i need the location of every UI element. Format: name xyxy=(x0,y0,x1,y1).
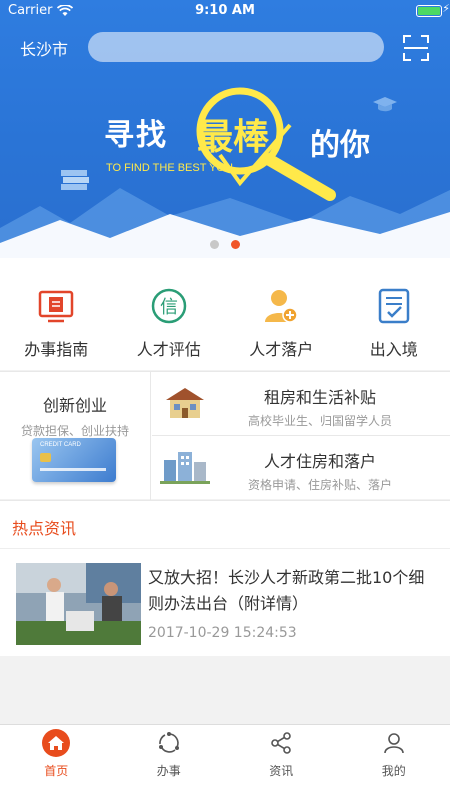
quick-item-label: 人才评估 xyxy=(136,340,201,359)
status-bar: Carrier 9:10 AM ⚡ xyxy=(0,0,450,24)
tab-label: 首页 xyxy=(44,764,69,778)
books-icon xyxy=(61,170,89,190)
svg-text:信: 信 xyxy=(160,297,178,318)
card-subtitle: 资格申请、住房补贴、落户 xyxy=(248,478,393,492)
share-icon xyxy=(267,729,295,757)
hero-banner-area: Carrier 9:10 AM ⚡ 长沙市 寻找 最棒 的你 TO FIND T… xyxy=(0,0,450,258)
banner-prefix: 寻找 xyxy=(104,118,168,153)
news-section-title: 热点资讯 xyxy=(12,519,77,538)
graduation-cap-icon xyxy=(373,97,397,112)
person-add-icon xyxy=(265,290,298,323)
card-housing-settle[interactable]: 人才住房和落户 资格申请、住房补贴、落户 xyxy=(152,436,450,500)
tab-label: 办事 xyxy=(156,764,181,778)
quick-item-label: 出入境 xyxy=(369,340,418,359)
process-icon xyxy=(155,729,183,757)
tab-label: 资讯 xyxy=(269,764,294,778)
card-title: 人才住房和落户 xyxy=(264,452,377,471)
quick-item-settle[interactable]: 人才落户 xyxy=(225,258,338,370)
card-rent-subsidy[interactable]: 租房和生活补贴 高校毕业生、归国留学人员 xyxy=(152,372,450,436)
card-subtitle: 高校毕业生、归国留学人员 xyxy=(248,414,393,428)
feature-cards: 创新创业 贷款担保、创业扶持 CREDIT CARD 租房和生活补贴 高校毕业生… xyxy=(0,371,450,500)
bottom-tab-bar: 首页 办事 资讯 我的 xyxy=(0,724,450,799)
tab-label: 我的 xyxy=(381,764,406,778)
card-title: 创新创业 xyxy=(42,396,107,415)
status-time: 9:10 AM xyxy=(195,3,255,18)
tab-affairs[interactable]: 办事 xyxy=(113,725,226,799)
news-thumbnail xyxy=(16,563,141,645)
quick-item-label: 办事指南 xyxy=(24,340,89,359)
city-selector[interactable]: 长沙市 xyxy=(20,36,68,60)
quick-menu: 办事指南 信 人才评估 人才落户 出入境 xyxy=(0,258,450,370)
banner-suffix: 的你 xyxy=(310,128,370,163)
carousel-dots[interactable] xyxy=(210,240,240,249)
search-input[interactable] xyxy=(88,32,384,62)
banner-subtitle: TO FIND THE BEST YOU xyxy=(106,162,233,174)
document-screen-icon xyxy=(39,290,74,323)
credit-card-icon: CREDIT CARD xyxy=(32,438,116,482)
carousel-dot-active[interactable] xyxy=(231,240,240,249)
quick-item-exit-entry[interactable]: 出入境 xyxy=(338,258,450,370)
news-timestamp: 2017-10-29 15:24:53 xyxy=(148,625,297,641)
carousel-dot[interactable] xyxy=(210,240,219,249)
battery-icon xyxy=(416,5,442,17)
user-icon xyxy=(380,729,408,757)
tab-home[interactable]: 首页 xyxy=(0,725,113,799)
card-title: 租房和生活补贴 xyxy=(264,388,377,407)
scan-icon[interactable] xyxy=(403,35,429,61)
charging-icon: ⚡ xyxy=(442,2,450,15)
tab-mine[interactable]: 我的 xyxy=(338,725,450,799)
checklist-icon xyxy=(378,288,409,324)
news-section-header: 热点资讯 xyxy=(0,500,450,548)
tab-news[interactable]: 资讯 xyxy=(225,725,338,799)
xin-circle-icon: 信 xyxy=(151,288,186,324)
buildings-icon xyxy=(160,452,210,484)
quick-item-evaluate[interactable]: 信 人才评估 xyxy=(113,258,226,370)
card-subtitle: 贷款担保、创业扶持 xyxy=(20,424,129,438)
quick-item-guide[interactable]: 办事指南 xyxy=(0,258,113,370)
news-title[interactable]: 又放大招！长沙人才新政第二批10个细则办法出台（附详情） xyxy=(148,565,438,617)
news-item[interactable]: 又放大招！长沙人才新政第二批10个细则办法出台（附详情） 2017-10-29 … xyxy=(0,548,450,656)
banner-highlight: 最棒 xyxy=(197,117,270,158)
house-icon xyxy=(166,388,204,418)
card-innovation[interactable]: 创新创业 贷款担保、创业扶持 CREDIT CARD xyxy=(0,372,151,500)
top-bar: 长沙市 xyxy=(0,30,450,66)
home-icon xyxy=(42,729,71,757)
quick-item-label: 人才落户 xyxy=(249,340,314,359)
